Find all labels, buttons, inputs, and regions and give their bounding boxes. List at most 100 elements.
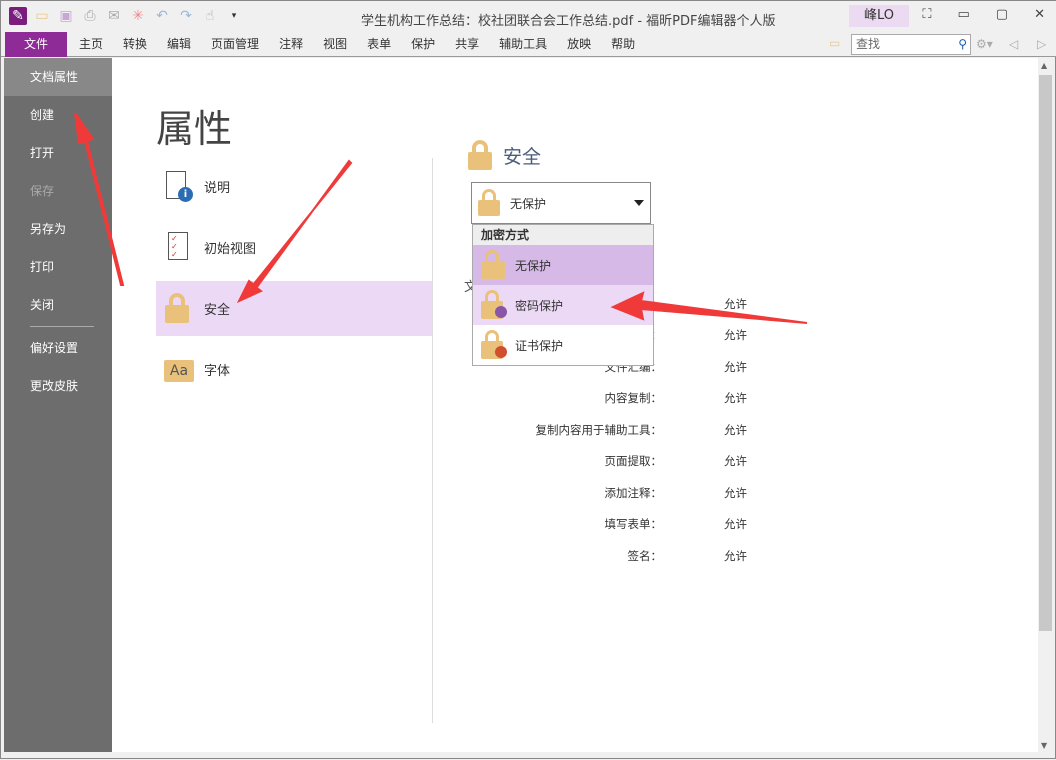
password-lock-icon [481,290,505,320]
sidebar-item-save-as[interactable]: 另存为 [4,210,112,248]
menu-home[interactable]: 主页 [69,32,113,57]
hand-tool-icon[interactable]: ☝ [201,7,219,25]
permission-value: 允许 [724,390,747,406]
permission-value: 允许 [724,548,747,564]
permission-value: 允许 [724,485,747,501]
sidebar-item-open[interactable]: 打开 [4,134,112,172]
fullscreen-icon[interactable]: ⛶ [922,7,931,22]
sidebar-item-preferences[interactable]: 偏好设置 [4,329,112,367]
menu-slideshow[interactable]: 放映 [557,32,601,57]
settings-icon[interactable]: ⚙▾ [976,37,993,51]
quick-access-toolbar: ✎ ▭ ▣ ⎙ ✉ ✳ ↶ ↷ ☝ ▾ [9,7,243,25]
permission-value: 允许 [724,296,747,312]
user-account-button[interactable]: 峰LO [849,5,909,27]
font-folder-icon: Aa [164,354,194,386]
window-title: 学生机构工作总结：校社团联合会工作总结.pdf - 福昕PDF编辑器个人版 [361,10,776,29]
permission-value: 允许 [724,422,747,438]
search-input[interactable]: 查找 ⚲ [851,34,971,55]
checklist-icon: ✓✓✓ [164,232,194,264]
undo-icon[interactable]: ↶ [153,7,171,25]
option-certificate-protection[interactable]: 证书保护 [473,325,653,365]
category-security[interactable]: 安全 [156,281,432,336]
security-title: 安全 [503,142,541,169]
permission-value: 允许 [724,359,747,375]
sidebar-item-create[interactable]: 创建 [4,96,112,134]
email-icon[interactable]: ✉ [105,7,123,25]
properties-panel: 属性 i 说明 ✓✓✓ 初始视图 安全 Aa 字体 安全 无保护 文 加密方式 … [112,58,1038,752]
category-label: 安全 [204,299,230,318]
next-icon[interactable]: ▷ [1037,37,1046,51]
sidebar-item-save: 保存 [4,172,112,210]
menu-convert[interactable]: 转换 [113,32,157,57]
permission-value: 允许 [724,327,747,343]
lock-icon [164,293,194,325]
maximize-icon[interactable]: ▢ [996,7,1008,22]
scroll-up-icon[interactable]: ▲ [1041,61,1047,70]
menu-view[interactable]: 视图 [313,32,357,57]
menu-file[interactable]: 文件 [5,32,67,57]
permission-label: 填写表单： [605,516,663,532]
find-folder-icon[interactable]: ▭ [829,36,840,50]
permission-label: 签名： [628,548,663,564]
security-heading: 安全 [467,140,541,170]
option-label: 无保护 [515,257,551,274]
save-icon[interactable]: ▣ [57,7,75,25]
search-icon[interactable]: ⚲ [958,35,967,54]
option-no-protection[interactable]: 无保护 [473,245,653,285]
permission-value: 允许 [724,516,747,532]
permission-label: 添加注释： [605,485,663,501]
minimize-icon[interactable]: ▭ [958,7,970,22]
permission-label: 页面提取： [605,453,663,469]
permission-label: 内容复制： [605,390,663,406]
search-placeholder: 查找 [856,37,880,51]
document-info-icon: i [164,171,194,203]
menu-share[interactable]: 共享 [445,32,489,57]
option-label: 密码保护 [515,297,563,314]
permission-value: 允许 [724,453,747,469]
page-title: 属性 [156,98,232,153]
unlock-icon [481,250,505,280]
category-label: 初始视图 [204,238,256,257]
option-password-protection[interactable]: 密码保护 [473,285,653,325]
sidebar-item-close[interactable]: 关闭 [4,286,112,324]
unlock-icon [478,189,500,217]
file-sidebar: 文档属性 创建 打开 保存 另存为 打印 关闭 偏好设置 更改皮肤 [4,58,112,752]
open-icon[interactable]: ▭ [33,7,51,25]
redo-icon[interactable]: ↷ [177,7,195,25]
scroll-down-icon[interactable]: ▼ [1041,741,1047,750]
menu-comment[interactable]: 注释 [269,32,313,57]
encryption-method-select[interactable]: 无保护 [471,182,651,224]
certificate-lock-icon [481,330,505,360]
close-icon[interactable]: ✕ [1034,7,1045,22]
app-logo-icon: ✎ [9,7,27,25]
encryption-method-dropdown: 加密方式 无保护 密码保护 证书保护 [472,224,654,366]
divider [432,158,433,723]
dropdown-header: 加密方式 [473,225,653,245]
print-icon[interactable]: ⎙ [81,7,99,25]
scrollbar-thumb[interactable] [1039,75,1052,631]
lock-icon [467,140,493,170]
chevron-down-icon[interactable] [634,200,644,206]
new-icon[interactable]: ✳ [129,7,147,25]
category-label: 字体 [204,360,230,379]
menu-edit[interactable]: 编辑 [157,32,201,57]
sidebar-item-print[interactable]: 打印 [4,248,112,286]
category-fonts[interactable]: Aa 字体 [156,342,432,397]
customize-dropdown-icon[interactable]: ▾ [225,7,243,25]
sidebar-divider [30,326,94,327]
menu-form[interactable]: 表单 [357,32,401,57]
menu-page-management[interactable]: 页面管理 [201,32,269,57]
title-bar: ✎ ▭ ▣ ⎙ ✉ ✳ ↶ ↷ ☝ ▾ 学生机构工作总结：校社团联合会工作总结.… [1,1,1056,32]
menu-help[interactable]: 帮助 [601,32,645,57]
option-label: 证书保护 [515,337,563,354]
menu-bar: 文件 主页 转换 编辑 页面管理 注释 视图 表单 保护 共享 辅助工具 放映 … [1,32,1056,57]
menu-accessibility[interactable]: 辅助工具 [489,32,557,57]
menu-protect[interactable]: 保护 [401,32,445,57]
sidebar-item-document-properties[interactable]: 文档属性 [4,58,112,96]
category-description[interactable]: i 说明 [156,159,432,214]
prev-icon[interactable]: ◁ [1009,37,1018,51]
sidebar-item-change-skin[interactable]: 更改皮肤 [4,367,112,405]
selected-value: 无保护 [510,195,546,212]
category-initial-view[interactable]: ✓✓✓ 初始视图 [156,220,432,275]
permission-label: 复制内容用于辅助工具： [536,422,663,438]
